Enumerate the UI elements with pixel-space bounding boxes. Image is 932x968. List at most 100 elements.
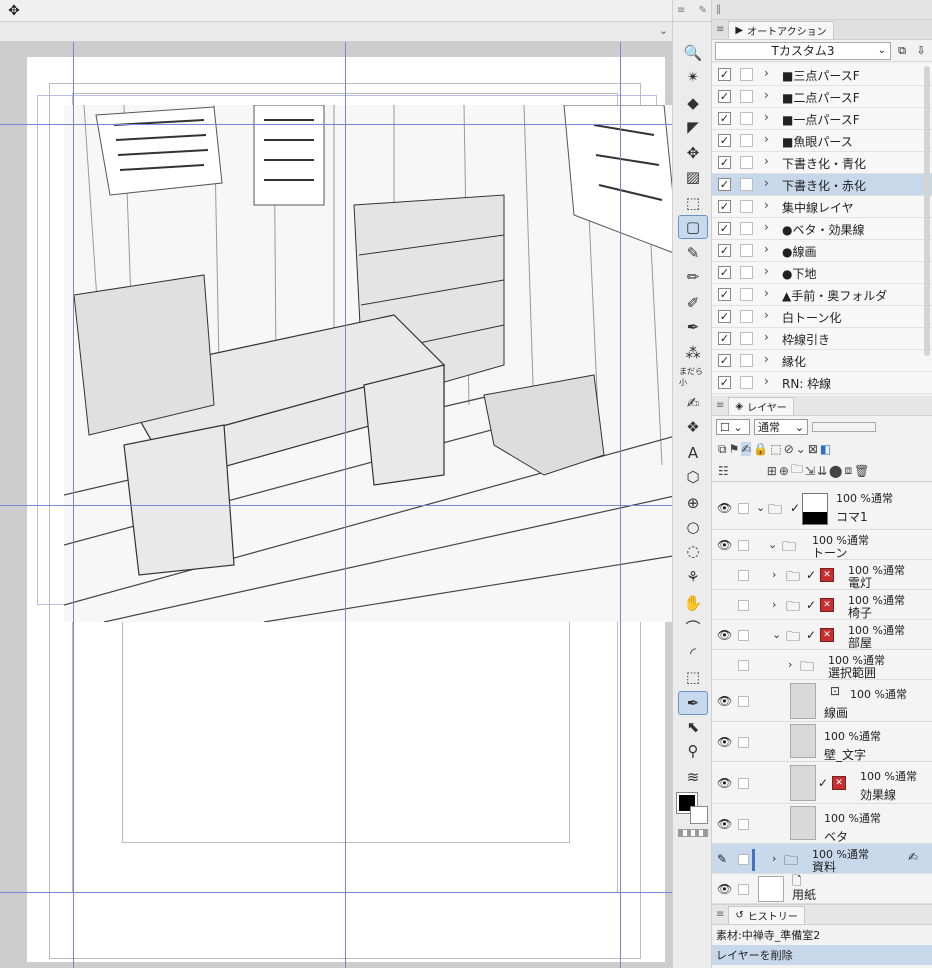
dialog-checkbox[interactable] <box>740 376 753 389</box>
delete-layer-icon[interactable]: 🗑 <box>854 464 869 478</box>
lock-checkbox[interactable] <box>738 737 749 748</box>
layer-row[interactable]: 👁 ⌄ 🗀 ✓ 100 %通常 コマ1 <box>712 486 932 530</box>
chevron-right-icon[interactable]: › <box>772 568 776 581</box>
layer-row[interactable]: 👁 🗋 用紙 <box>712 874 932 904</box>
marker-icon[interactable]: ✐ <box>679 292 707 314</box>
dialog-checkbox[interactable] <box>740 112 753 125</box>
chevron-right-icon[interactable]: › <box>764 220 769 234</box>
chevron-right-icon[interactable]: › <box>764 176 769 190</box>
enable-checkbox[interactable]: ✓ <box>718 244 731 257</box>
lock-checkbox[interactable] <box>738 570 749 581</box>
auto-action-item[interactable]: ✓ › RN: 枠線 <box>712 372 932 394</box>
opacity-slider[interactable] <box>812 422 876 432</box>
auto-action-item[interactable]: ✓ › 縁化 <box>712 350 932 372</box>
eyedropper-icon[interactable]: ⚲ <box>679 740 707 762</box>
enable-checkbox[interactable]: ✓ <box>718 310 731 323</box>
eye-icon[interactable]: 👁 <box>717 628 732 642</box>
auto-action-item[interactable]: ✓ › ■三点パースF <box>712 64 932 86</box>
enable-checkbox[interactable]: ✓ <box>718 332 731 345</box>
tab-auto-action[interactable]: ▶ オートアクション <box>728 21 834 39</box>
new-vector-layer-icon[interactable]: ⊕ <box>779 464 789 478</box>
lock-checkbox[interactable] <box>738 778 749 789</box>
3d-object-icon[interactable]: ⬡ <box>679 466 707 488</box>
fill-icon[interactable]: ◆ <box>679 92 707 114</box>
enable-checkbox[interactable]: ✓ <box>718 68 731 81</box>
magic-wand-icon[interactable]: ✴ <box>679 66 707 88</box>
layer-mask-icon[interactable]: ✕ <box>820 568 834 582</box>
layer-row[interactable]: › 🗀 ✓ ✕ 100 %通常 椅子 <box>712 590 932 620</box>
dialog-checkbox[interactable] <box>740 332 753 345</box>
sub-color-swatch[interactable] <box>690 806 708 824</box>
auto-action-item[interactable]: ✓ › ■魚眼パース <box>712 130 932 152</box>
enable-checkbox[interactable]: ✓ <box>718 288 731 301</box>
mask-enable-icon[interactable]: ⊘ <box>784 442 794 456</box>
transparent-color-swatch[interactable] <box>678 829 708 837</box>
eraser-icon[interactable]: ⬚ <box>679 192 707 214</box>
mask-icon[interactable]: ⬤ <box>829 464 842 478</box>
combine-down-icon[interactable]: ⇊ <box>817 464 827 478</box>
move-arrows-icon[interactable]: ✥ <box>4 2 24 20</box>
dialog-checkbox[interactable] <box>740 178 753 191</box>
lock-checkbox[interactable] <box>738 660 749 671</box>
transfer-down-icon[interactable]: ⇲ <box>805 464 815 478</box>
chevron-down-icon[interactable]: ⌄ <box>756 501 765 514</box>
chevron-right-icon[interactable]: › <box>764 330 769 344</box>
chevron-right-icon[interactable]: › <box>764 88 769 102</box>
ruler-range-icon[interactable]: ⌄ <box>796 442 806 456</box>
dialog-checkbox[interactable] <box>740 354 753 367</box>
auto-action-item[interactable]: ✓ › 下書き化・赤化 <box>712 174 932 196</box>
layer-row[interactable]: 👁 ⌄ 🗀 ✓ ✕ 100 %通常 部屋 <box>712 620 932 650</box>
clip-icon[interactable]: ⧉ <box>718 442 727 457</box>
chevron-right-icon[interactable]: › <box>764 132 769 146</box>
layer-color-icon[interactable]: ⊠ <box>808 442 818 456</box>
layer-row[interactable]: › 🗀 100 %通常 選択範囲 <box>712 650 932 680</box>
chevron-right-icon[interactable]: › <box>764 352 769 366</box>
layer-row[interactable]: 👁 100 %通常 壁_文字 <box>712 722 932 762</box>
dialog-checkbox[interactable] <box>740 134 753 147</box>
move-icon[interactable]: ✥ <box>679 142 707 164</box>
lock-checkbox[interactable] <box>738 630 749 641</box>
airbrush-icon[interactable]: ⁂ <box>679 342 707 364</box>
auto-action-item[interactable]: ✓ › 白トーン化 <box>712 306 932 328</box>
dialog-checkbox[interactable] <box>740 222 753 235</box>
object-select-icon[interactable]: ⬉ <box>679 716 707 738</box>
history-item-selected[interactable]: レイヤーを削除 <box>712 945 932 965</box>
auto-action-item[interactable]: ✓ › 枠線引き <box>712 328 932 350</box>
dialog-checkbox[interactable] <box>740 156 753 169</box>
operation-icon[interactable]: ◤ <box>679 116 707 138</box>
pen-icon[interactable]: ✎ <box>679 242 707 264</box>
chevron-down-icon[interactable]: ⌄ <box>768 538 777 551</box>
enable-checkbox[interactable]: ✓ <box>718 90 731 103</box>
layer-mask-icon[interactable]: ✕ <box>820 628 834 642</box>
layer-list-icon[interactable]: ☷ <box>718 464 729 478</box>
eye-icon[interactable]: 👁 <box>717 501 732 515</box>
chevron-right-icon[interactable]: › <box>772 598 776 611</box>
chevron-right-icon[interactable]: › <box>764 198 769 212</box>
layer-row[interactable]: 👁 ⌄ 🗀 100 %通常 トーン <box>712 530 932 560</box>
hand-icon[interactable]: ✋ <box>679 592 707 614</box>
eye-icon[interactable]: 👁 <box>717 882 732 896</box>
import-icon[interactable]: ⇩ <box>913 43 929 59</box>
auto-action-item[interactable]: ✓ › ●線画 <box>712 240 932 262</box>
tab-layer[interactable]: ◈ レイヤー <box>728 397 794 415</box>
enable-checkbox[interactable]: ✓ <box>718 200 731 213</box>
brush-icon[interactable]: ✒ <box>679 316 707 338</box>
history-item[interactable]: 素材:中禅寺_準備室2 <box>712 925 932 945</box>
menu-icon[interactable]: ≡ <box>716 909 724 920</box>
lock-checkbox[interactable] <box>738 854 749 865</box>
layer-color-swatch-icon[interactable]: ◧ <box>820 442 831 456</box>
menu-icon[interactable]: ≡ <box>677 5 685 16</box>
duplicate-set-icon[interactable]: ⧉ <box>894 43 910 59</box>
draft-layer-icon[interactable]: ✍ <box>741 442 752 456</box>
paper-icon[interactable]: ≋ <box>679 766 707 788</box>
lock-checkbox[interactable] <box>738 819 749 830</box>
lock-transparent-icon[interactable]: ⬚ <box>770 442 781 456</box>
auto-action-item[interactable]: ✓ › ●下地 <box>712 262 932 284</box>
chevron-down-icon[interactable]: ⌄ <box>659 24 668 37</box>
pen-active-icon[interactable]: ✒ <box>678 691 708 715</box>
chevron-right-icon[interactable]: › <box>764 110 769 124</box>
scrollbar[interactable] <box>924 66 930 356</box>
zoom-icon[interactable]: 🔍 <box>679 42 707 64</box>
dialog-checkbox[interactable] <box>740 244 753 257</box>
dialog-checkbox[interactable] <box>740 288 753 301</box>
